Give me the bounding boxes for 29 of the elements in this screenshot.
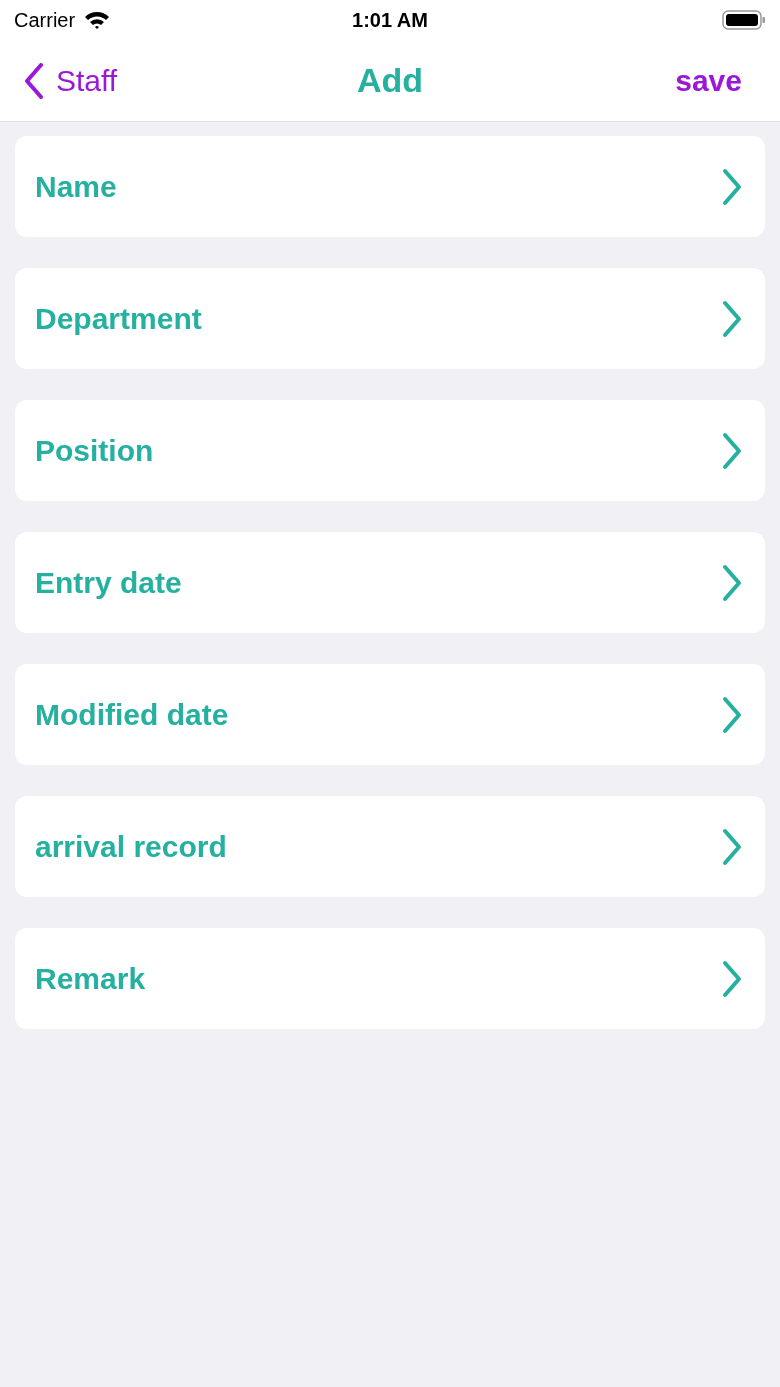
wifi-icon [83,10,112,30]
row-label: arrival record [35,829,227,865]
row-label: Modified date [35,697,229,733]
page-title: Add [356,60,424,101]
form-row[interactable]: Department [15,268,765,369]
back-button[interactable]: Staff [24,58,224,103]
form-row[interactable]: arrival record [15,796,765,897]
row-label: Department [35,301,202,337]
row-label: Entry date [35,565,182,601]
row-label: Position [35,433,154,469]
form-row[interactable]: Modified date [15,664,765,765]
form-row[interactable]: Name [15,136,765,237]
form-row[interactable]: Position [15,400,765,501]
form-row[interactable]: Remark [15,928,765,1029]
chevron-icon [721,431,743,470]
save-button[interactable]: save [675,58,756,103]
chevron-icon [721,959,743,998]
back-chevron-icon [24,62,44,99]
chevron-icon [721,167,743,206]
battery-icon [722,9,766,31]
row-label: Remark [35,961,146,997]
chevron-icon [721,695,743,734]
clock-time: 1:01 AM [352,8,428,33]
chevron-icon [721,299,743,338]
carrier-label: Carrier [14,8,76,33]
row-label: Name [35,169,117,205]
chevron-icon [721,563,743,602]
chevron-icon [721,827,743,866]
form-row[interactable]: Entry date [15,532,765,633]
